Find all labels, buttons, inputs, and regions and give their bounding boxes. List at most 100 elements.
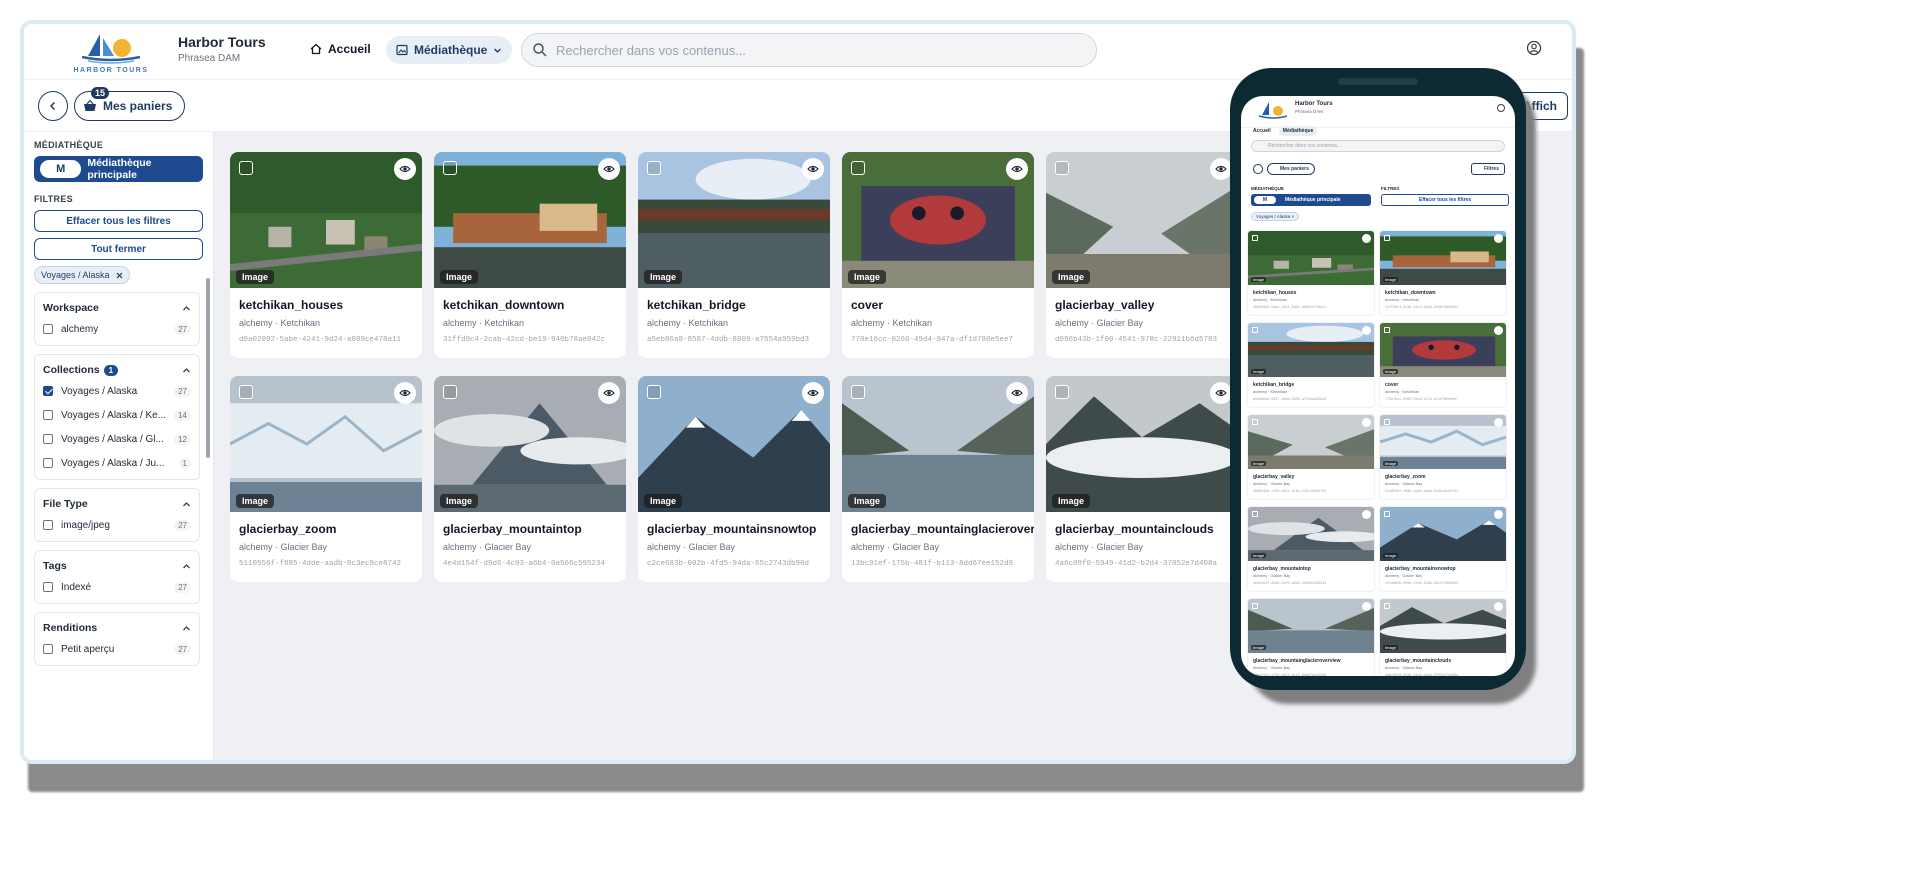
mobile-asset-checkbox[interactable] [1384,327,1390,333]
baskets-button[interactable]: 15 Mes paniers [74,87,186,121]
facet-checkbox[interactable] [43,458,53,468]
asset-card[interactable]: Image glacierbay_valley alchemy · Glacier … [1046,152,1238,358]
mobile-preview-button[interactable] [1362,602,1371,611]
harbor-tours-logo[interactable]: HARBOR TOURS [70,30,152,74]
mobile-asset-checkbox[interactable] [1252,235,1258,241]
asset-card[interactable]: Image glacierbay_mountainglacieroverviewa… [842,376,1034,582]
asset-card[interactable]: Image glacierbay_zoom alchemy · Glacier Ba… [230,376,422,582]
mobile-asset-thumbnail[interactable] [1380,507,1507,561]
asset-select-checkbox[interactable] [443,385,457,399]
library-selector[interactable]: M Médiathèque principale [34,156,203,182]
mobile-asset-checkbox[interactable] [1384,419,1390,425]
asset-thumbnail[interactable] [1046,376,1238,512]
facet-checkbox[interactable] [43,520,53,530]
nav-home[interactable]: Accueil [310,42,371,56]
mobile-library-selector[interactable]: M Médiathèque principale [1251,194,1371,206]
mobile-preview-button[interactable] [1362,418,1371,427]
mobile-asset-thumbnail[interactable] [1380,231,1507,285]
facet-option[interactable]: alchemy 27 [43,317,191,341]
mobile-preview-button[interactable] [1494,234,1503,243]
mobile-filters-button[interactable]: Filtres [1470,163,1505,175]
mobile-asset-card[interactable]: Image glacierbay_mountainsnowtop alchemy ·… [1379,506,1507,592]
mobile-preview-button[interactable] [1494,326,1503,335]
clear-filters-button[interactable]: Effacer tous les filtres [34,210,203,232]
active-filter-chip[interactable]: Voyages / Alaska [34,266,130,284]
mobile-preview-button[interactable] [1494,602,1503,611]
facet-header[interactable]: File Type [43,495,191,513]
preview-button[interactable] [394,382,416,404]
asset-thumbnail[interactable] [230,152,422,288]
facet-checkbox[interactable] [43,434,53,444]
preview-button[interactable] [598,158,620,180]
back-button[interactable] [38,91,68,121]
mobile-user-icon[interactable] [1497,104,1505,112]
asset-thumbnail[interactable] [434,376,626,512]
preview-button[interactable] [394,158,416,180]
facet-header[interactable]: Collections 1 [43,361,191,379]
facet-checkbox[interactable] [43,324,53,334]
facet-header[interactable]: Workspace [43,299,191,317]
asset-thumbnail[interactable] [230,376,422,512]
sidebar-scrollbar[interactable] [206,278,210,458]
preview-button[interactable] [1210,158,1232,180]
asset-select-checkbox[interactable] [647,161,661,175]
mobile-asset-thumbnail[interactable] [1248,231,1375,285]
preview-button[interactable] [802,158,824,180]
mobile-asset-thumbnail[interactable] [1380,599,1507,653]
mobile-asset-thumbnail[interactable] [1248,415,1375,469]
facet-option[interactable]: Voyages / Alaska 27 [43,379,191,403]
mobile-asset-checkbox[interactable] [1252,511,1258,517]
asset-select-checkbox[interactable] [443,161,457,175]
asset-card[interactable]: Image glacierbay_mountaintop alchemy · Gla… [434,376,626,582]
asset-select-checkbox[interactable] [647,385,661,399]
asset-select-checkbox[interactable] [851,161,865,175]
mobile-asset-card[interactable]: Image glacierbay_mountainclouds alchemy · … [1379,598,1507,676]
mobile-asset-thumbnail[interactable] [1380,415,1507,469]
facet-option[interactable]: image/jpeg 27 [43,513,191,537]
asset-card[interactable]: Image ketchikan_downtown alchemy · Ketchik… [434,152,626,358]
preview-button[interactable] [1006,382,1028,404]
user-account-icon[interactable] [1526,40,1542,56]
facet-checkbox[interactable] [43,582,53,592]
mobile-baskets-button[interactable]: Mes paniers [1267,163,1315,175]
asset-thumbnail[interactable] [434,152,626,288]
facet-option[interactable]: Voyages / Alaska / Ke... 14 [43,403,191,427]
asset-select-checkbox[interactable] [239,385,253,399]
asset-thumbnail[interactable] [842,152,1034,288]
mobile-asset-checkbox[interactable] [1384,511,1390,517]
nav-media-dropdown[interactable]: Médiathèque [386,36,513,64]
preview-button[interactable] [1210,382,1232,404]
mobile-preview-button[interactable] [1362,510,1371,519]
mobile-asset-card[interactable]: Image glacierbay_mountainglacieroverview a… [1247,598,1375,676]
facet-option[interactable]: Petit aperçu 27 [43,637,191,661]
preview-button[interactable] [1006,158,1028,180]
asset-select-checkbox[interactable] [1055,161,1069,175]
facet-option[interactable]: Voyages / Alaska / Gl... 12 [43,427,191,451]
asset-thumbnail[interactable] [1046,152,1238,288]
facet-checkbox[interactable] [43,644,53,654]
asset-thumbnail[interactable] [638,376,830,512]
mobile-asset-checkbox[interactable] [1384,235,1390,241]
mobile-preview-button[interactable] [1494,418,1503,427]
mobile-nav-media[interactable]: Médiathèque [1278,126,1318,136]
mobile-asset-checkbox[interactable] [1384,603,1390,609]
mobile-asset-thumbnail[interactable] [1248,507,1375,561]
asset-card[interactable]: Image glacierbay_mountainsnowtop alchemy ·… [638,376,830,582]
mobile-asset-thumbnail[interactable] [1248,599,1375,653]
mobile-back-button[interactable] [1253,164,1263,174]
mobile-asset-checkbox[interactable] [1252,327,1258,333]
mobile-asset-checkbox[interactable] [1252,603,1258,609]
mobile-asset-card[interactable]: Image glacierbay_zoom alchemy · Glacier Ba… [1379,414,1507,500]
facet-option[interactable]: Indexé 27 [43,575,191,599]
asset-select-checkbox[interactable] [239,161,253,175]
mobile-search-input[interactable]: Rechercher dans vos contenus... [1251,140,1505,152]
mobile-asset-thumbnail[interactable] [1380,323,1507,377]
close-all-button[interactable]: Tout fermer [34,238,203,260]
asset-select-checkbox[interactable] [851,385,865,399]
mobile-asset-checkbox[interactable] [1252,419,1258,425]
asset-card[interactable]: Image ketchikan_bridge alchemy · Ketchikan… [638,152,830,358]
search-input[interactable]: Rechercher dans vos contenus... [521,33,1097,67]
asset-thumbnail[interactable] [638,152,830,288]
asset-card[interactable]: Image ketchikan_houses alchemy · Ketchikan… [230,152,422,358]
facet-option[interactable]: Voyages / Alaska / Ju... 1 [43,451,191,475]
